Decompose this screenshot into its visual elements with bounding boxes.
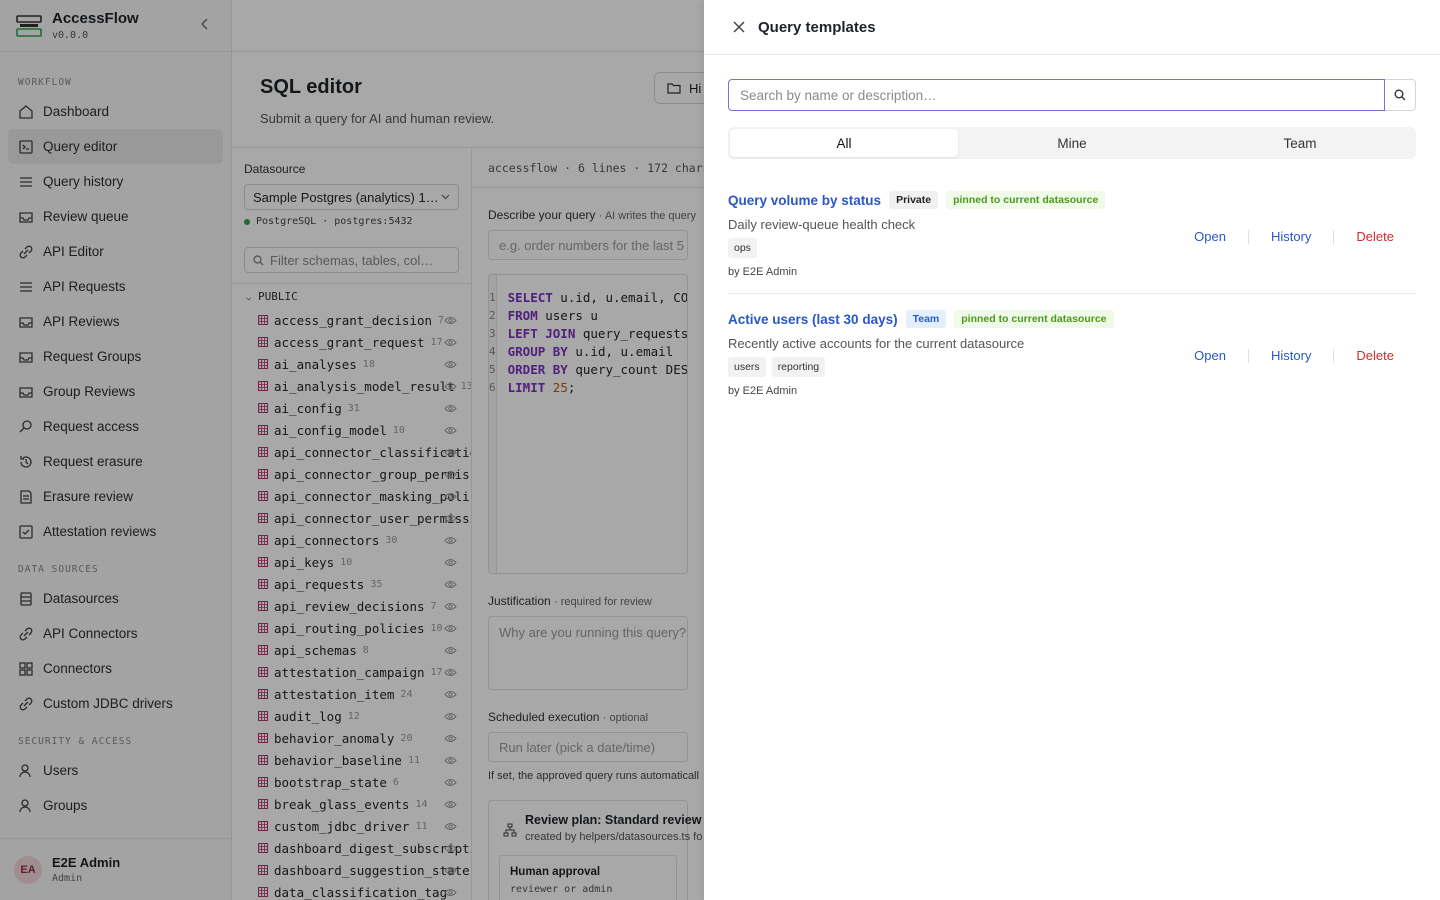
tag: ops xyxy=(728,238,757,258)
query-templates-drawer: Query templates AllMineTeam Query volume… xyxy=(704,0,1440,900)
drawer-title: Query templates xyxy=(758,18,876,36)
template-actions: Open History Delete xyxy=(1172,348,1416,363)
tab-team[interactable]: Team xyxy=(1186,129,1414,157)
template-item: Query volume by status Private pinned to c… xyxy=(728,189,1416,295)
template-name-link[interactable]: Active users (last 30 days) xyxy=(728,312,898,327)
tab-all[interactable]: All xyxy=(730,129,958,157)
template-search-input[interactable] xyxy=(728,79,1385,111)
tag: users xyxy=(728,357,766,377)
tab-mine[interactable]: Mine xyxy=(958,129,1186,157)
close-icon[interactable] xyxy=(732,20,746,34)
template-author: by E2E Admin xyxy=(728,266,798,278)
visibility-badge: Private xyxy=(889,191,939,209)
modal-backdrop[interactable] xyxy=(0,0,704,900)
delete-button[interactable]: Delete xyxy=(1334,229,1416,244)
template-author: by E2E Admin xyxy=(728,385,798,397)
pinned-badge: pinned to current datasource xyxy=(954,310,1114,328)
open-button[interactable]: Open xyxy=(1172,229,1248,244)
pinned-badge: pinned to current datasource xyxy=(946,191,1106,209)
template-item: Active users (last 30 days) Team pinned to… xyxy=(728,308,1416,414)
template-filter-tabs: All Mine Team xyxy=(728,127,1416,159)
template-name-link[interactable]: Query volume by status xyxy=(728,193,881,208)
history-button[interactable]: History xyxy=(1249,348,1333,363)
delete-button[interactable]: Delete xyxy=(1334,348,1416,363)
history-button[interactable]: History xyxy=(1249,229,1333,244)
template-search xyxy=(728,79,1416,111)
divider xyxy=(728,293,1416,294)
tag: reporting xyxy=(771,357,826,377)
open-button[interactable]: Open xyxy=(1172,348,1248,363)
search-button[interactable] xyxy=(1385,79,1416,111)
search-icon xyxy=(1394,89,1406,101)
visibility-badge: Team xyxy=(905,310,947,328)
drawer-header: Query templates xyxy=(704,0,1440,55)
template-actions: Open History Delete xyxy=(1172,229,1416,244)
